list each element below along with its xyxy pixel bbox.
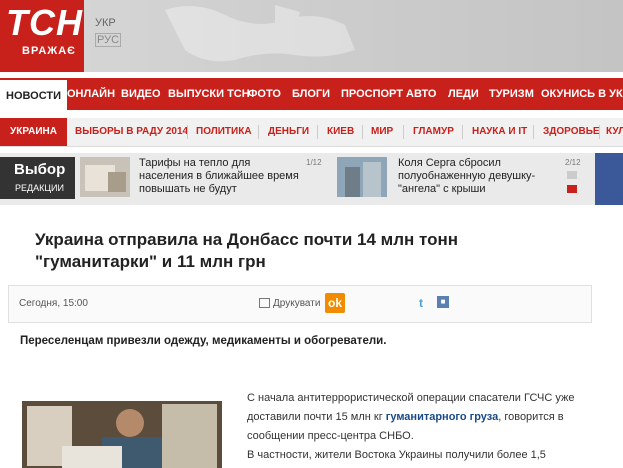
subnav-item-culture[interactable]: КУЛЬ: [606, 118, 623, 146]
nav-item-ladies[interactable]: ЛЕДИ: [448, 78, 479, 110]
promo-item-1-counter: 1/12: [306, 158, 322, 167]
subnav-divider: [403, 125, 404, 139]
article-title: Украина отправила на Донбасс почти 14 мл…: [35, 230, 459, 271]
subnav-item-ukraine[interactable]: УКРАИНА: [0, 118, 67, 146]
subnav-item-world[interactable]: МИР: [371, 118, 393, 146]
subnav-divider: [362, 125, 363, 139]
promo-item-2-counter: 2/12: [565, 158, 581, 167]
print-button[interactable]: Друкувати: [259, 298, 320, 309]
subnav-divider: [599, 125, 600, 139]
subnav-divider: [258, 125, 259, 139]
nav-item-tourism[interactable]: ТУРИЗМ: [489, 78, 534, 110]
main-nav: НОВОСТИ ОНЛАЙН ВИДЕО ВЫПУСКИ ТСН ФОТО БЛ…: [0, 78, 623, 110]
nav-item-photo[interactable]: ФОТО: [248, 78, 281, 110]
nav-item-okunis[interactable]: ОКУНИСЬ В УКРА: [541, 78, 623, 110]
nav-item-video[interactable]: ВИДЕО: [121, 78, 161, 110]
promo-item-2-text[interactable]: Коля Серга сбросил полуобнаженную девушк…: [398, 157, 558, 196]
subnav-divider: [533, 125, 534, 139]
promo-pager-icon[interactable]: [567, 171, 577, 179]
subnav-divider: [187, 125, 188, 139]
editors-choice-badge: Выбор РЕДАКЦИИ: [0, 157, 75, 199]
promo-pager-icon[interactable]: [567, 185, 577, 193]
subnav-item-health[interactable]: ЗДОРОВЬЕ: [543, 118, 600, 146]
twitter-icon[interactable]: t: [419, 296, 431, 310]
subnav-item-glamour[interactable]: ГЛАМУР: [413, 118, 454, 146]
article-meta-bar: Сегодня, 15:00 Друкувати ok t ■: [8, 285, 592, 323]
nav-item-online[interactable]: ОНЛАЙН: [67, 78, 115, 110]
humanitarian-cargo-link[interactable]: гуманитарного груза: [386, 411, 498, 423]
article-date: Сегодня, 15:00: [19, 298, 88, 309]
editors-choice-title: Выбор: [14, 161, 66, 178]
sub-nav: УКРАИНА ВЫБОРЫ В РАДУ 2014 ПОЛИТИКА ДЕНЬ…: [0, 118, 623, 147]
nav-item-auto[interactable]: АВТО: [406, 78, 436, 110]
nav-item-news[interactable]: НОВОСТИ: [0, 78, 68, 110]
lang-ukr[interactable]: УКР: [95, 17, 116, 29]
world-map-background: [165, 5, 355, 62]
subnav-divider: [462, 125, 463, 139]
subnav-item-politics[interactable]: ПОЛИТИКА: [196, 118, 252, 146]
article-paragraph-2: В частности, жители Востока Украины полу…: [247, 449, 546, 461]
article-photo[interactable]: [22, 401, 222, 468]
promo-thumbnail-1[interactable]: [80, 157, 130, 197]
logo-slogan: ВРАЖАЄ: [22, 45, 76, 57]
printer-icon: [259, 298, 270, 309]
logo-name: ТСН: [6, 2, 83, 43]
subnav-item-kiev[interactable]: КИЕВ: [327, 118, 354, 146]
article-paragraph-1: С начала антитеррористической операции с…: [247, 389, 582, 446]
site-header: ТСН ВРАЖАЄ УКР РУС: [0, 0, 623, 72]
subnav-item-science[interactable]: НАУКА И IT: [472, 118, 527, 146]
lang-rus[interactable]: РУС: [95, 33, 122, 47]
promo-item-1-text[interactable]: Тарифы на тепло для населения в ближайше…: [139, 157, 299, 196]
vk-share-icon[interactable]: ■: [437, 296, 449, 308]
subnav-item-money[interactable]: ДЕНЬГИ: [268, 118, 309, 146]
subnav-divider: [317, 125, 318, 139]
print-label: Друкувати: [273, 298, 321, 309]
odnoklassniki-share-button[interactable]: ok: [325, 293, 345, 313]
nav-item-prosport[interactable]: ПРОСПОРТ: [341, 78, 403, 110]
nav-item-tsn-issues[interactable]: ВЫПУСКИ ТСН: [168, 78, 250, 110]
editors-choice-strip: Выбор РЕДАКЦИИ Тарифы на тепло для насел…: [0, 153, 623, 205]
facebook-widget[interactable]: [595, 153, 623, 205]
article-lead: Переселенцам привезли одежду, медикамент…: [20, 335, 387, 347]
promo-thumbnail-2[interactable]: [337, 157, 387, 197]
editors-choice-subtitle: РЕДАКЦИИ: [15, 183, 64, 193]
subnav-item-elections[interactable]: ВЫБОРЫ В РАДУ 2014: [75, 118, 188, 146]
nav-item-blogs[interactable]: БЛОГИ: [292, 78, 330, 110]
tsn-logo[interactable]: ТСН ВРАЖАЄ: [0, 0, 84, 72]
